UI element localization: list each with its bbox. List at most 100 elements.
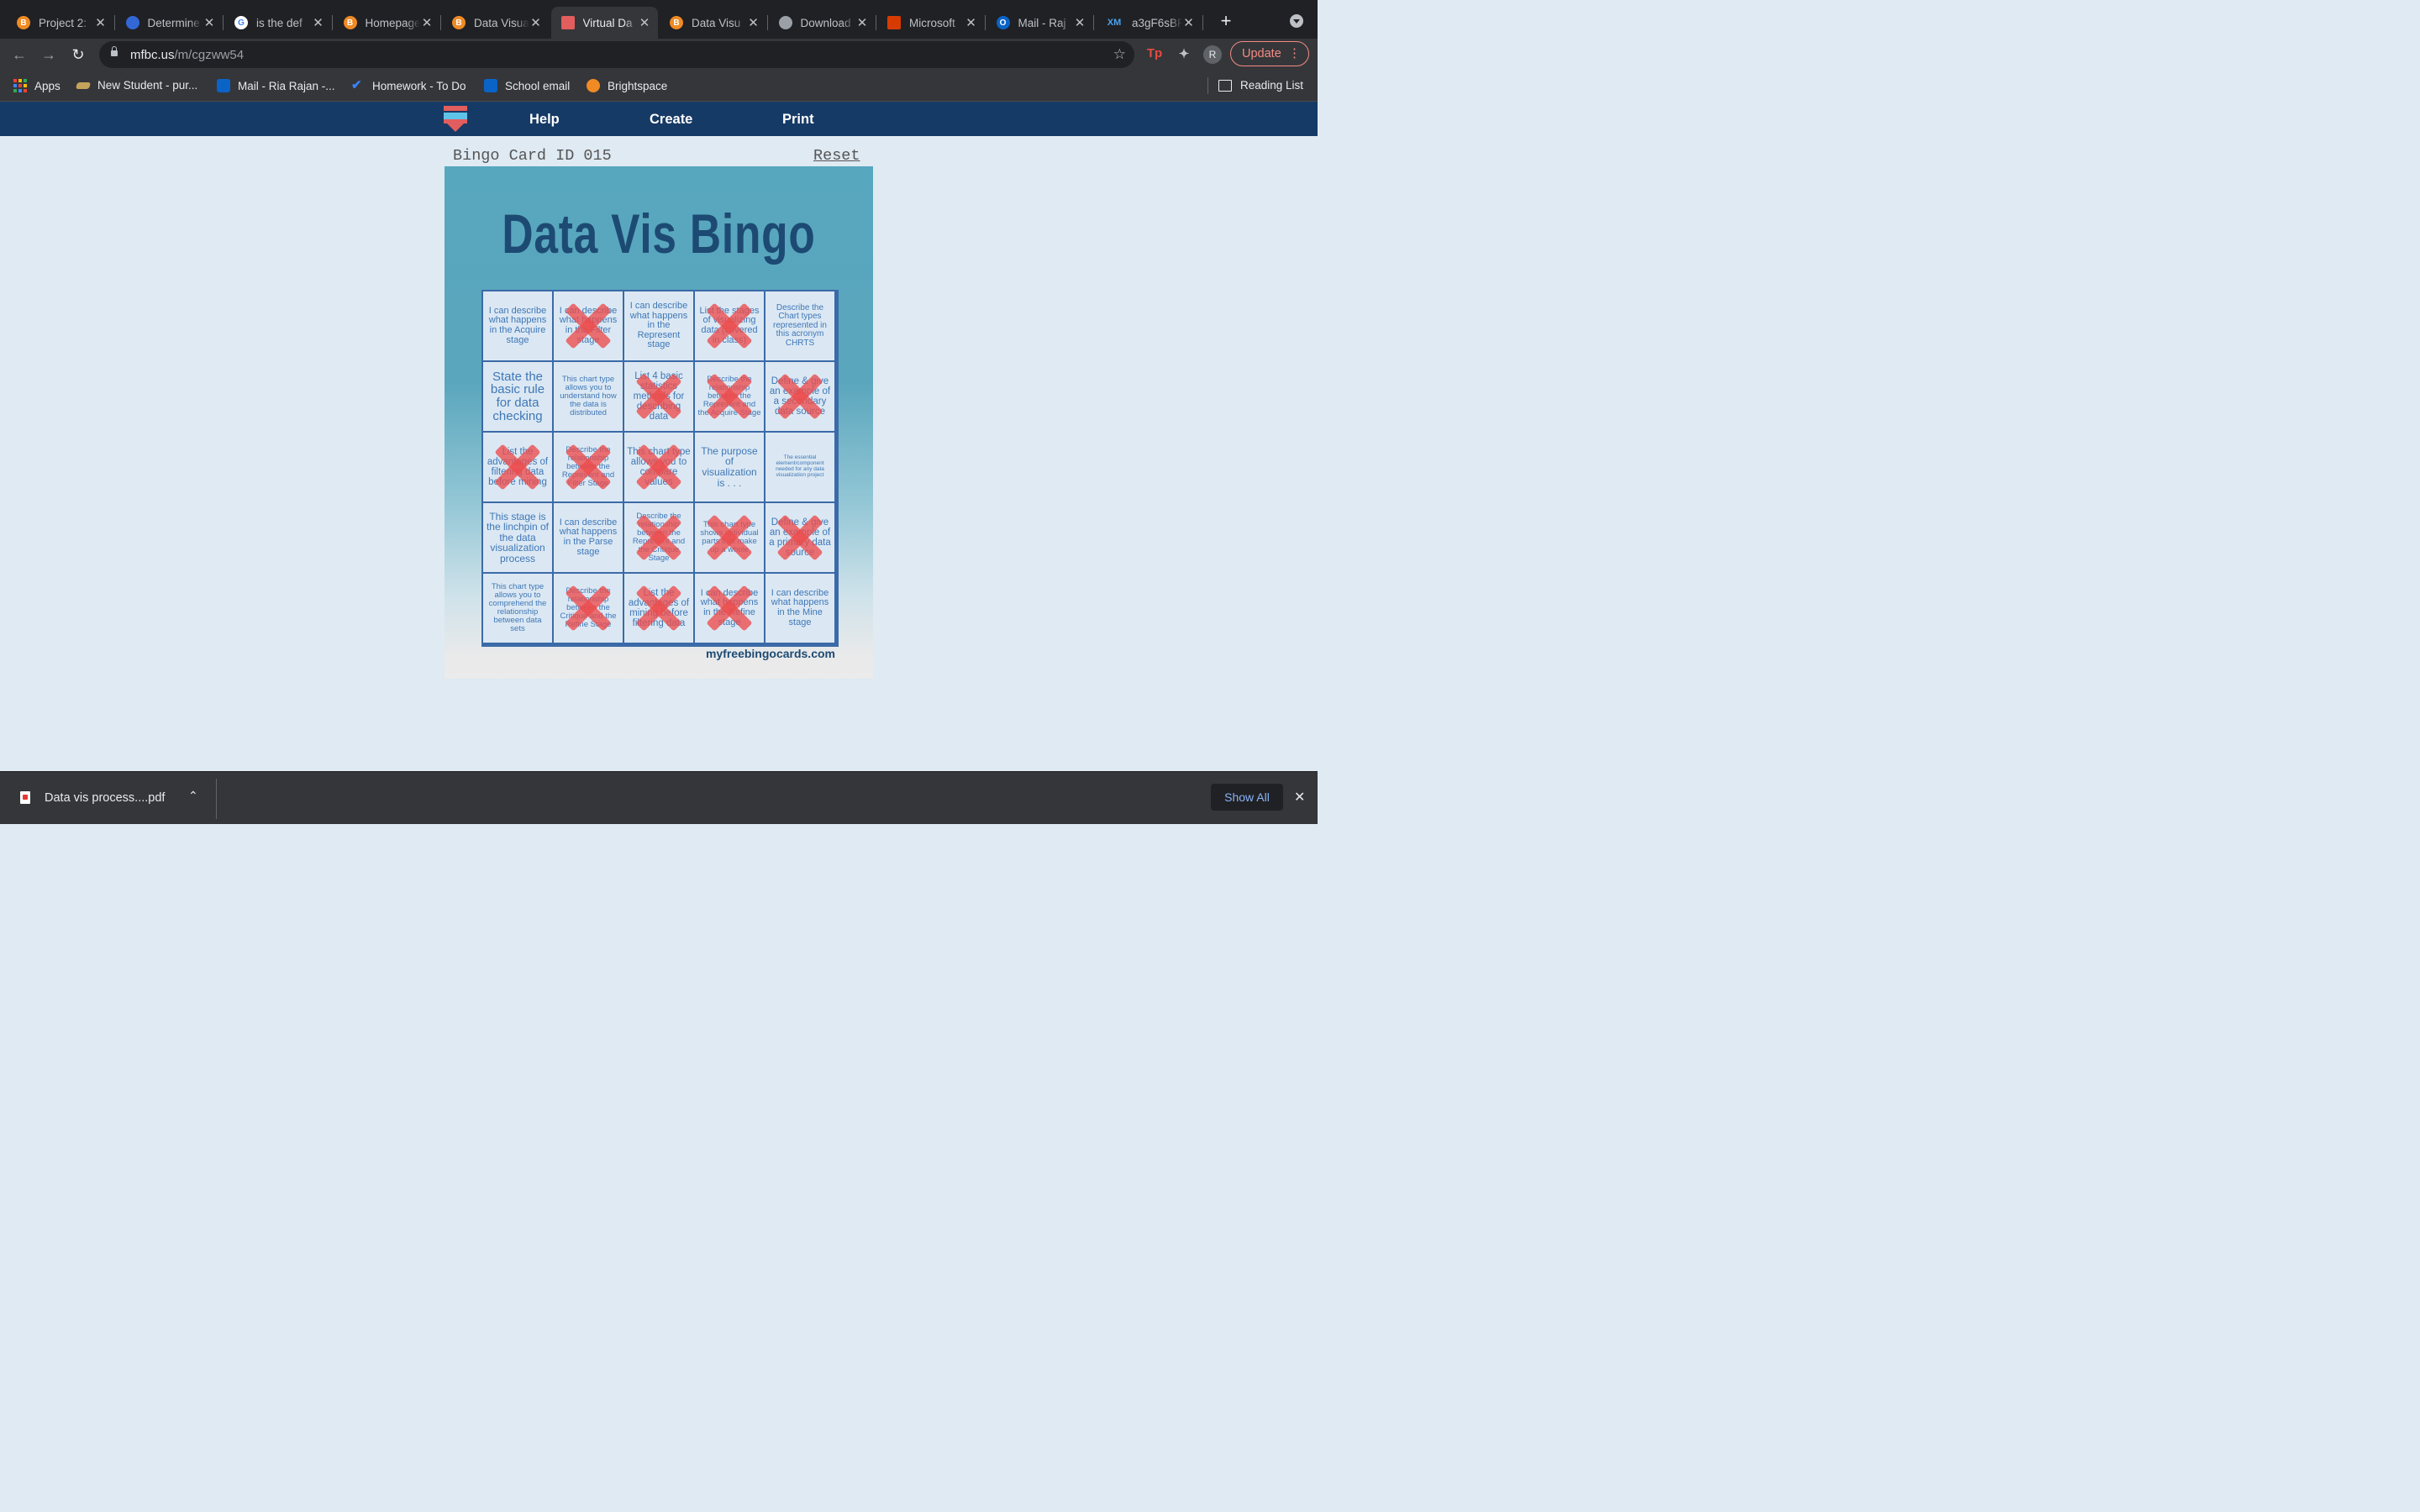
bingo-cell[interactable]: Describe the relationship between the Re… <box>553 432 623 502</box>
browser-tab[interactable]: Download ✕ <box>769 7 876 39</box>
bingo-cell[interactable]: This chart type shows individual parts t… <box>694 502 765 573</box>
tab-separator <box>1202 15 1203 30</box>
bookmark-apps[interactable]: Apps <box>13 79 60 92</box>
bookmark-mail[interactable]: Mail - Ria Rajan -... <box>217 79 335 92</box>
browser-tab[interactable]: O Mail - Raj ✕ <box>986 7 1094 39</box>
bookmark-label: Homework - To Do <box>372 79 466 92</box>
tab-search-icon[interactable] <box>1290 14 1303 28</box>
bingo-cell-text: This chart type allows you to comprehend… <box>488 582 547 633</box>
bingo-cell[interactable]: This chart type allows you to compare va… <box>623 432 694 502</box>
bingo-cell[interactable]: This stage is the linchpin of the data v… <box>482 502 553 573</box>
bingo-cell[interactable]: The purpose of visualization is . . . <box>694 432 765 502</box>
bookmark-brightspace[interactable]: Brightspace <box>587 79 667 92</box>
tab-close-icon[interactable]: ✕ <box>638 15 651 30</box>
close-icon[interactable]: ✕ <box>1294 789 1305 806</box>
bingo-cell[interactable]: List the stages of visualizing data (cov… <box>694 291 765 361</box>
bingo-cell[interactable]: List the advantages of filtering data be… <box>482 432 553 502</box>
bingo-cell-text: I can describe what happens in the Parse… <box>559 517 618 557</box>
bingo-cell[interactable]: I can describe what happens in the Mine … <box>765 573 835 643</box>
bingo-cell[interactable]: I can describe what happens in the Parse… <box>553 502 623 573</box>
bingo-cell[interactable]: This chart type allows you to understand… <box>553 361 623 432</box>
bookmark-homework[interactable]: ✔ Homework - To Do <box>351 79 466 92</box>
extension-tp-icon[interactable]: Tp <box>1145 46 1164 60</box>
bingo-cell-text: Define & give an example of a secondary … <box>769 375 831 417</box>
bingo-cell[interactable]: Describe the Chart types represented in … <box>765 291 835 361</box>
tab-close-icon[interactable]: ✕ <box>529 15 543 30</box>
bingo-cell[interactable]: Describe the relationship between the Cr… <box>553 573 623 643</box>
bingo-cell-text: This stage is the linchpin of the data v… <box>486 510 550 564</box>
bingo-card-id: Bingo Card ID 015 <box>453 147 612 165</box>
bingo-cell-text: The essential element/component needed f… <box>776 454 824 478</box>
bingo-cell[interactable]: Describe the relationship between the Re… <box>623 502 694 573</box>
download-shelf: Data vis process....pdf ⌃ Show All ✕ <box>0 771 1318 824</box>
bingo-cell[interactable]: Describe the relationship between the Re… <box>694 361 765 432</box>
tab-title: Download <box>800 16 851 29</box>
browser-tab[interactable]: Virtual Da ✕ <box>550 7 658 39</box>
show-all-button[interactable]: Show All <box>1211 784 1283 811</box>
download-file-name[interactable]: Data vis process....pdf <box>45 791 165 805</box>
browser-tab[interactable]: Microsoft ✕ <box>877 7 986 39</box>
outlook-icon <box>484 79 497 92</box>
outlook-icon: O <box>996 16 1010 29</box>
browser-tab[interactable]: B Data Visu ✕ <box>660 7 768 39</box>
tab-close-icon[interactable]: ✕ <box>420 15 434 30</box>
new-tab-button[interactable]: + <box>1217 10 1235 32</box>
lock-icon[interactable] <box>111 46 118 56</box>
tab-close-icon[interactable]: ✕ <box>94 15 108 30</box>
tab-close-icon[interactable]: ✕ <box>855 15 869 30</box>
bingo-card: Data Vis Bingo I can describe what happe… <box>445 166 873 679</box>
site-logo-icon[interactable] <box>444 106 467 133</box>
nav-create-link[interactable]: Create <box>650 112 692 128</box>
outlook-icon <box>217 79 230 92</box>
bingo-cell-text: List 4 basic statistics methods for desc… <box>633 370 685 423</box>
reading-list-button[interactable]: Reading List <box>1218 79 1303 92</box>
bingo-cell-text: List the advantages of filtering data be… <box>487 446 549 488</box>
bingo-cell-text: I can describe what happens in the Refin… <box>700 587 759 627</box>
bingo-cell[interactable]: List 4 basic statistics methods for desc… <box>623 361 694 432</box>
reading-list-label: Reading List <box>1240 79 1304 92</box>
bingo-cell[interactable]: Define & give an example of a secondary … <box>765 361 835 432</box>
back-arrow-icon[interactable]: ← <box>11 46 28 63</box>
profile-avatar[interactable]: R <box>1203 45 1222 64</box>
bingo-cell[interactable]: I can describe what happens in the Acqui… <box>482 291 553 361</box>
chevron-up-icon[interactable]: ⌃ <box>188 789 198 803</box>
bingo-cell[interactable]: List the advantages of mining before fil… <box>623 573 694 643</box>
bookmark-new-student[interactable]: New Student - pur... <box>75 79 197 92</box>
tab-close-icon[interactable]: ✕ <box>1073 15 1086 30</box>
browser-tab[interactable]: XM a3gF6sBF ✕ <box>1095 7 1203 39</box>
bingo-cell[interactable]: Define & give an example of a primary da… <box>765 502 835 573</box>
bookmark-school-email[interactable]: School email <box>484 79 570 92</box>
tab-close-icon[interactable]: ✕ <box>312 15 325 30</box>
bookmark-label: Apps <box>34 79 60 92</box>
extensions-puzzle-icon[interactable]: ✦ <box>1175 46 1193 61</box>
browser-tab[interactable]: Determine ✕ <box>116 7 224 39</box>
tab-close-icon[interactable]: ✕ <box>203 15 216 30</box>
tab-close-icon[interactable]: ✕ <box>1182 15 1196 30</box>
nav-help-link[interactable]: Help <box>529 112 560 128</box>
tab-close-icon[interactable]: ✕ <box>747 15 760 30</box>
address-bar[interactable]: mfbc.us/m/cgzww54 ☆ <box>99 41 1134 68</box>
bingo-cell[interactable]: I can describe what happens in the Repre… <box>623 291 694 361</box>
google-icon: G <box>234 16 248 29</box>
browser-tab[interactable]: B Data Visua ✕ <box>442 7 550 39</box>
bingo-cell[interactable]: I can describe what happens in the Filte… <box>553 291 623 361</box>
forward-arrow-icon[interactable]: → <box>40 46 57 63</box>
site-header: Help Create Print <box>0 102 1318 136</box>
browser-tab[interactable]: B Project 2: ✕ <box>7 7 115 39</box>
update-button[interactable]: Update ⋮ <box>1230 41 1309 66</box>
bingo-cell[interactable]: State the basic rule for data checking <box>482 361 553 432</box>
bingo-cell[interactable]: This chart type allows you to comprehend… <box>482 573 553 643</box>
nav-print-link[interactable]: Print <box>782 112 814 128</box>
reset-link[interactable]: Reset <box>813 147 860 165</box>
tab-close-icon[interactable]: ✕ <box>965 15 978 30</box>
bingo-cell-text: Describe the relationship between the Re… <box>632 512 686 563</box>
bingo-logo-icon <box>560 16 575 29</box>
reload-icon[interactable]: ↻ <box>70 46 87 63</box>
tab-title: Data Visu <box>692 16 741 29</box>
bingo-cell[interactable]: The essential element/component needed f… <box>765 432 835 502</box>
bingo-cell[interactable]: I can describe what happens in the Refin… <box>694 573 765 643</box>
bookmark-star-icon[interactable]: ☆ <box>1113 46 1126 63</box>
browser-tab[interactable]: B Homepage ✕ <box>334 7 441 39</box>
bingo-cell-text: I can describe what happens in the Acqui… <box>488 305 547 345</box>
browser-tab[interactable]: Gis the def ✕ <box>224 7 333 39</box>
